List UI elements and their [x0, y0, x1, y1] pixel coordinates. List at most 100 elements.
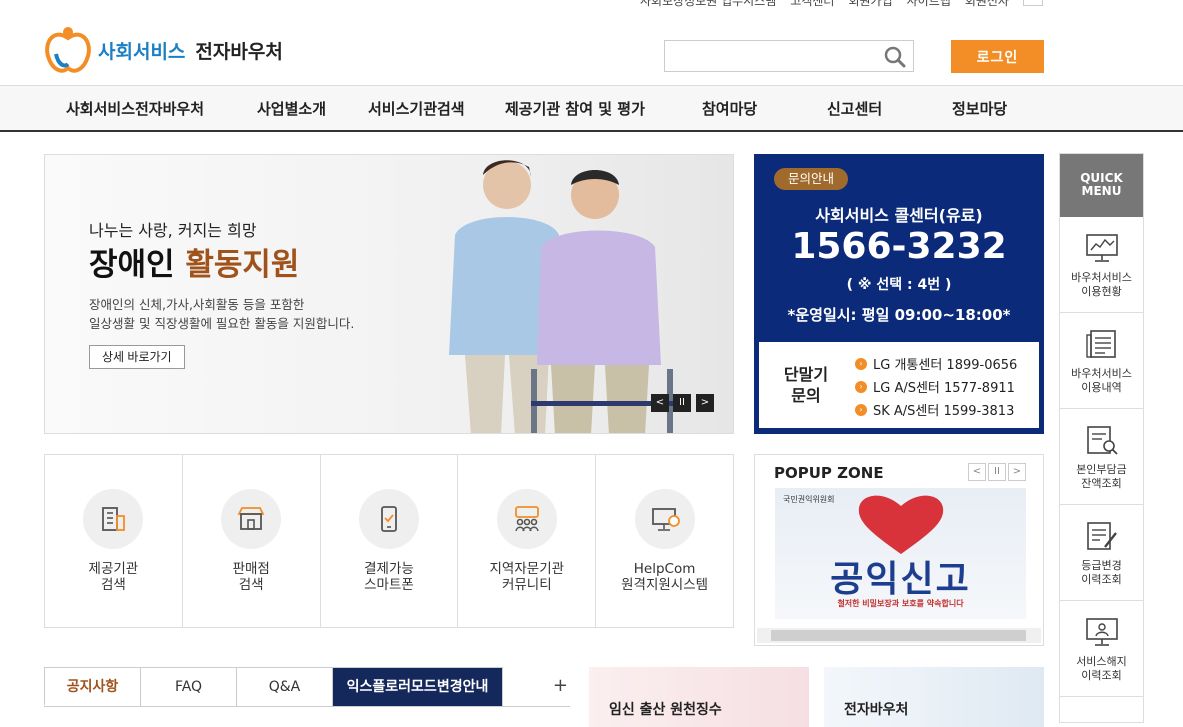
popup-banner-headline: 공익신고	[830, 559, 971, 600]
nav-item-business[interactable]: 사업별소개	[257, 98, 326, 119]
people-photo	[449, 160, 673, 433]
quick-item-usage-status[interactable]: 바우처서비스 이용현황	[1060, 217, 1143, 313]
popup-banner-caption: 철저한 비밀보장과 보호를 약속합니다	[837, 599, 964, 608]
quick-item-label: 서비스해지	[1076, 655, 1127, 668]
popup-next-button[interactable]: >	[1008, 463, 1026, 481]
service-smartphone[interactable]: 결제가능 스마트폰	[321, 455, 459, 627]
service-label: 제공기관	[88, 561, 139, 577]
service-label: 검색	[238, 577, 264, 593]
visual-title: 장애인 활동지원	[89, 239, 299, 284]
nav-item-agency-search[interactable]: 서비스기관검색	[368, 98, 465, 119]
arrow-bullet-icon: ›	[855, 357, 867, 370]
community-icon	[514, 506, 539, 532]
util-link-join[interactable]: 회원가입	[848, 0, 892, 8]
service-label: 원격지원시스템	[621, 577, 709, 593]
service-icon-circle	[496, 489, 557, 549]
search-icon[interactable]	[883, 45, 907, 69]
quick-menu-title: QUICK MENU	[1060, 154, 1143, 217]
store-icon	[237, 507, 265, 530]
logo-text-dark: 전자바우처	[195, 40, 283, 63]
quick-item-label: 본인부담금	[1076, 463, 1127, 476]
call-center-panel: 문의안내 사회서비스 콜센터(유료) 1566-3232 ( ※ 선택 : 4번…	[754, 154, 1044, 434]
banner-e-voucher[interactable]: 전자바우처	[824, 667, 1044, 727]
smartphone-icon	[381, 506, 397, 532]
quick-title-line: MENU	[1081, 184, 1122, 198]
service-shortcuts: 제공기관 검색 판매점 검색 결제가능 스마트폰 지역자문기관 커뮤니티 Hel…	[44, 454, 734, 628]
service-label: 커뮤니티	[501, 577, 552, 593]
popup-scrollbar[interactable]	[757, 628, 1041, 643]
document-search-icon	[1086, 426, 1118, 455]
search-box	[664, 40, 914, 72]
more-plus-icon[interactable]: +	[553, 667, 570, 706]
arrow-bullet-icon: ›	[855, 380, 867, 393]
font-size-button[interactable]	[1022, 0, 1043, 6]
popup-zone: POPUP ZONE < II > 국민권익위원회 공익신고 철저한 비밀보장과…	[754, 454, 1044, 646]
nav-item-info[interactable]: 정보마당	[952, 98, 1007, 119]
visual-title-plain: 장애인	[89, 247, 175, 283]
quick-item-label: 등급변경	[1081, 559, 1122, 572]
terminal-label-line: 문의	[791, 386, 821, 405]
banner-pregnancy-tax[interactable]: 임신 출산 원천징수	[589, 667, 809, 727]
util-link-sitemap[interactable]: 사이트맵	[907, 0, 951, 8]
monitor-chart-icon	[1085, 234, 1118, 262]
terminal-contact-row: › LG 개통센터 1899-0656	[855, 354, 1017, 373]
terminal-contact-row: › LG A/S센터 1577-8911	[855, 377, 1015, 396]
visual-next-button[interactable]: >	[696, 394, 714, 412]
utility-bar: 사회보장정보원 업무시스템 고객센터 회원가입 사이트맵 회원전자	[640, 0, 1043, 8]
arrow-bullet-icon: ›	[855, 403, 867, 416]
terminal-contact-text: LG A/S센터 1577-8911	[873, 381, 1015, 396]
quick-item-usage-history[interactable]: 바우처서비스 이용내역	[1060, 313, 1143, 409]
nav-item-report[interactable]: 신고센터	[827, 98, 882, 119]
service-icon-circle	[358, 489, 419, 549]
detail-link-button[interactable]: 상세 바로가기	[89, 345, 185, 369]
search-input[interactable]	[665, 41, 875, 71]
visual-subtitle: 나누는 사랑, 커지는 희망	[89, 221, 257, 240]
nav-item-provider-eval[interactable]: 제공기관 참여 및 평가	[505, 98, 645, 119]
nav-item-voucher[interactable]: 사회서비스전자바우처	[66, 98, 204, 119]
service-helpcom[interactable]: HelpCom 원격지원시스템	[596, 455, 733, 627]
quick-item-label: 이력조회	[1081, 573, 1122, 586]
remote-support-icon	[651, 508, 680, 531]
banner-label: 전자바우처	[844, 702, 909, 718]
quick-item-grade-history[interactable]: 등급변경 이력조회	[1060, 505, 1143, 601]
visual-prev-button[interactable]: <	[651, 394, 669, 412]
service-icon-circle	[634, 489, 695, 549]
tab-qna[interactable]: Q&A	[236, 667, 333, 706]
quick-menu: QUICK MENU 바우처서비스 이용현황 바우처서비스 이용내역 본인부담금…	[1059, 153, 1144, 723]
popup-pause-button[interactable]: II	[988, 463, 1006, 481]
service-provider-search[interactable]: 제공기관 검색	[45, 455, 183, 627]
util-link-system[interactable]: 사회보장정보원 업무시스템	[640, 0, 776, 8]
util-link-customer[interactable]: 고객센터	[790, 0, 834, 8]
service-label: 결제가능	[364, 561, 414, 577]
terminal-contact-text: LG 개통센터 1899-0656	[873, 358, 1018, 373]
popup-scrollbar-thumb[interactable]	[771, 630, 1026, 641]
quick-item-label: 이용내역	[1081, 381, 1122, 394]
service-label: 지역자문기관	[489, 561, 565, 577]
visual-description: 장애인의 신체,가사,사회활동 등을 포함한 일상생활 및 직장생활에 필요한 …	[89, 295, 354, 333]
tab-faq[interactable]: FAQ	[140, 667, 237, 706]
service-icon-circle	[221, 489, 282, 549]
quick-item-balance[interactable]: 본인부담금 잔액조회	[1060, 409, 1143, 505]
service-label: 판매점	[232, 561, 270, 577]
service-store-search[interactable]: 판매점 검색	[183, 455, 321, 627]
document-edit-icon	[1086, 522, 1117, 550]
inquiry-badge: 문의안내	[774, 168, 849, 190]
heart-icon	[858, 495, 944, 554]
quick-item-cancel-history[interactable]: 서비스해지 이력조회	[1060, 601, 1143, 697]
main-visual-banner: 나누는 사랑, 커지는 희망 장애인 활동지원 장애인의 신체,가사,사회활동 …	[44, 154, 734, 434]
building-icon	[102, 507, 126, 531]
nav-item-participation[interactable]: 참여마당	[702, 98, 757, 119]
popup-prev-button[interactable]: <	[968, 463, 986, 481]
service-regional-community[interactable]: 지역자문기관 커뮤니티	[458, 455, 597, 627]
logo-text-blue: 사회서비스	[98, 40, 186, 63]
service-label: HelpCom	[633, 561, 696, 577]
tab-notice[interactable]: 공지사항	[44, 667, 141, 706]
util-link-member[interactable]: 회원전자	[965, 0, 1009, 8]
popup-banner-image[interactable]: 국민권익위원회 공익신고 철저한 비밀보장과 보호를 약속합니다	[775, 488, 1026, 619]
site-logo[interactable]: 사회서비스 전자바우처	[44, 24, 283, 76]
tab-explorer-mode[interactable]: 익스플로러모드변경안내	[332, 667, 503, 706]
login-button[interactable]: 로그인	[951, 40, 1044, 73]
terminal-inquiry-box: 단말기 문의 › LG 개통센터 1899-0656 › LG A/S센터 15…	[759, 342, 1039, 428]
popup-org-name: 국민권익위원회	[783, 495, 835, 504]
visual-pause-button[interactable]: II	[673, 394, 691, 412]
